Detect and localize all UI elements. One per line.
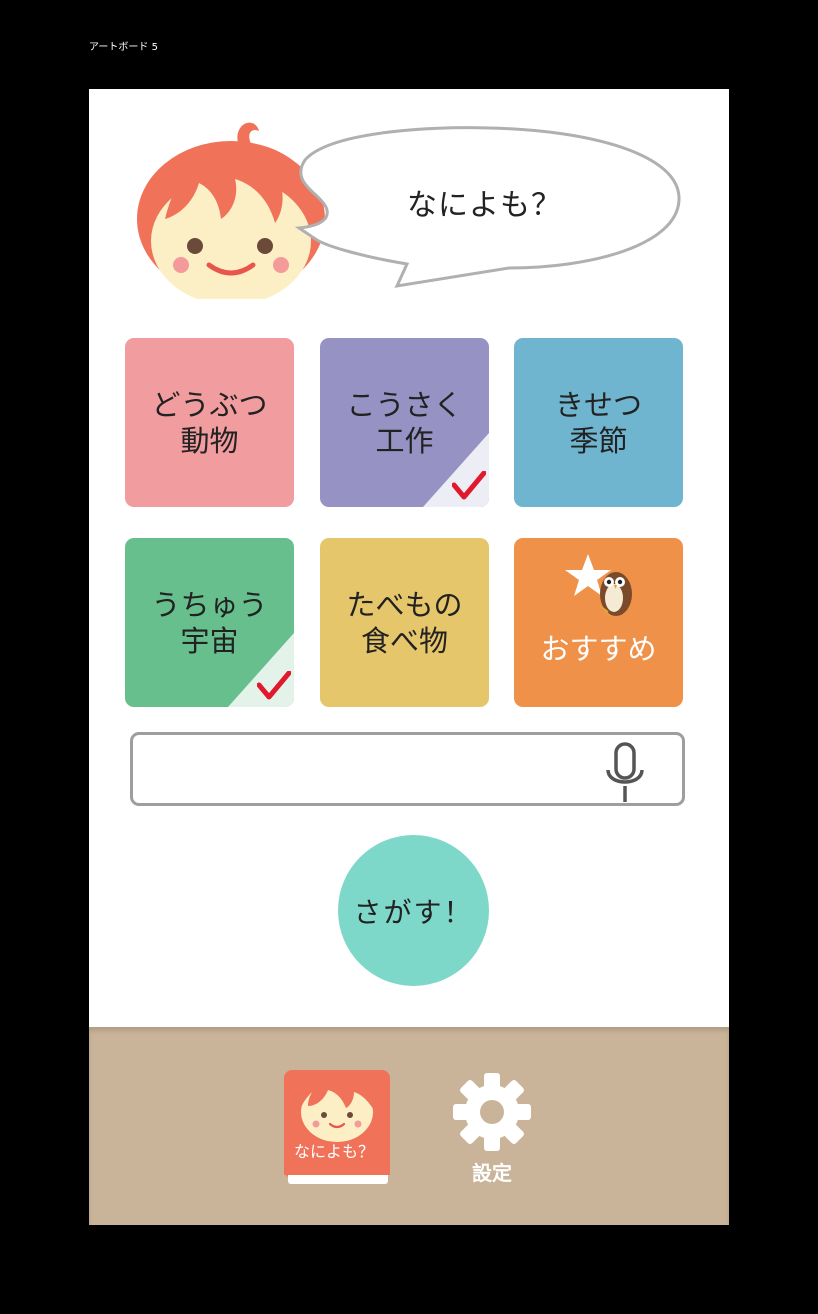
gear-icon — [453, 1073, 531, 1151]
nav-home-label: なによも？ — [293, 1142, 374, 1161]
tile-label-kana: うちゅう — [151, 587, 268, 622]
category-tile-crafts[interactable]: こうさく 工作 — [320, 338, 489, 507]
app-screen: なによも？ どうぶつ 動物 こうさく 工作 きせつ 季節 うちゅう 宇宙 たべも… — [89, 89, 729, 1225]
checkmark-icon — [452, 471, 486, 500]
category-tile-animals[interactable]: どうぶつ 動物 — [125, 338, 294, 507]
tile-label-kana: どうぶつ — [151, 387, 268, 422]
tile-label-kana: たべもの — [346, 587, 463, 622]
search-button[interactable]: さがす！ — [338, 835, 489, 986]
search-input[interactable] — [130, 732, 685, 806]
category-tile-seasons[interactable]: きせつ 季節 — [514, 338, 683, 507]
tile-label-kana: きせつ — [554, 387, 642, 422]
speech-bubble-text: なによも？ — [407, 188, 562, 223]
tile-label-kanji: 食べ物 — [360, 623, 448, 658]
nav-home-button[interactable]: なによも？ — [284, 1070, 390, 1186]
book-mascot-icon — [284, 1070, 390, 1184]
star-owl-icon — [565, 554, 632, 617]
category-tile-recommended[interactable]: おすすめ — [514, 538, 683, 707]
bottom-nav: なによも？ 設定 — [89, 1027, 729, 1225]
microphone-icon[interactable] — [602, 742, 648, 802]
category-tile-food[interactable]: たべもの 食べ物 — [320, 538, 489, 707]
tile-label-kanji: 宇宙 — [180, 623, 239, 658]
tile-label-kanji: 季節 — [569, 423, 628, 458]
tile-label-kanji: 動物 — [180, 423, 239, 458]
tile-label-kana: おすすめ — [540, 631, 657, 666]
nav-settings-label: 設定 — [472, 1161, 512, 1185]
category-tile-space[interactable]: うちゅう 宇宙 — [125, 538, 294, 707]
tile-label-kanji: 工作 — [375, 423, 434, 458]
search-button-label: さがす！ — [353, 895, 474, 929]
tile-label-kana: こうさく — [346, 387, 463, 422]
nav-settings-button[interactable]: 設定 — [447, 1071, 537, 1186]
checkmark-icon — [257, 671, 291, 700]
artboard-label: アートボード 5 — [89, 42, 158, 53]
